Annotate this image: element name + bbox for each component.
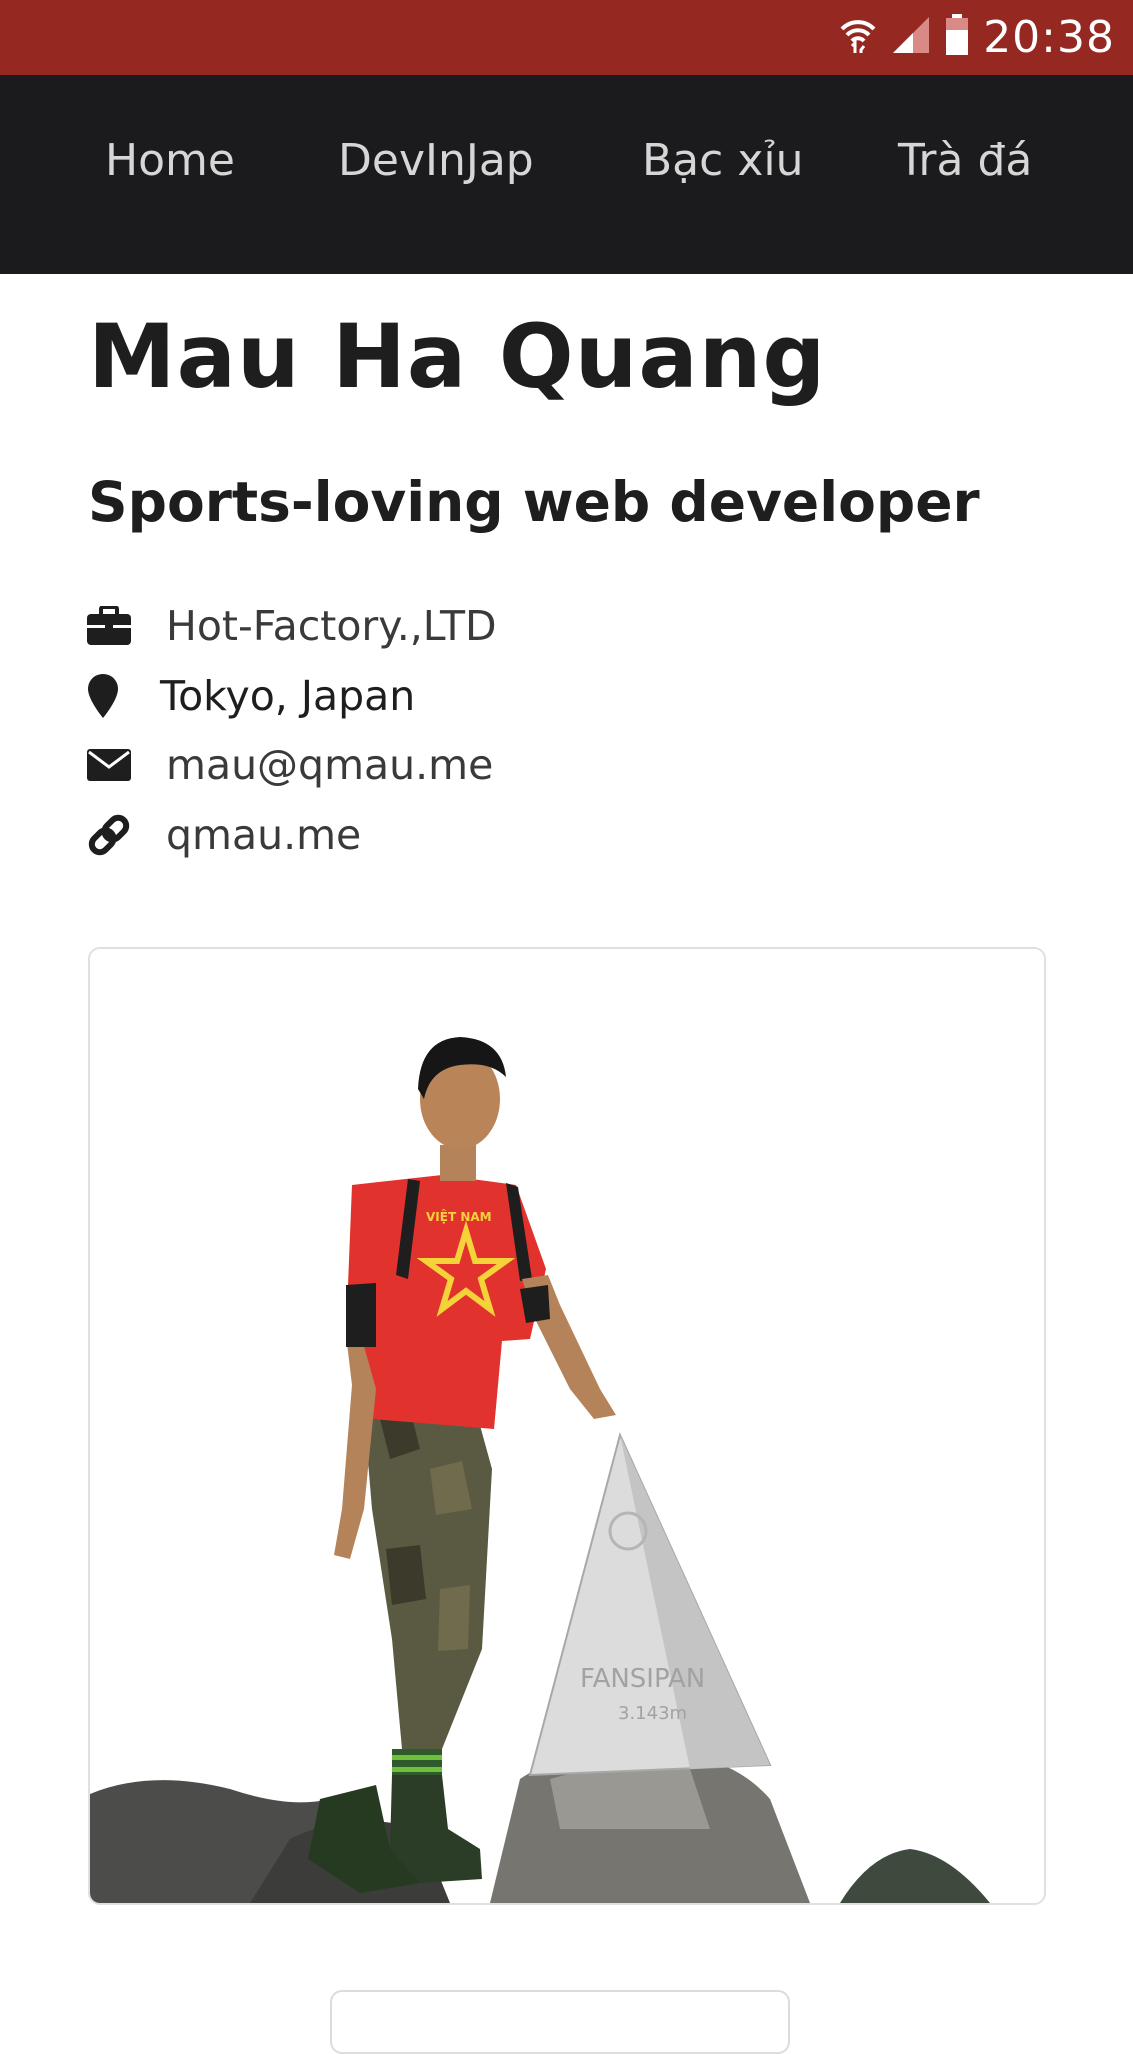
- envelope-icon: [86, 741, 166, 789]
- nav-item-bac-xiu[interactable]: Bạc xỉu: [642, 131, 803, 191]
- email-link[interactable]: mau@qmau.me: [166, 741, 493, 789]
- status-icons: 20:38: [839, 0, 1115, 75]
- profile-name: Mau Ha Quang: [88, 305, 827, 408]
- shirt-text: VIỆT NAM: [426, 1209, 492, 1224]
- next-card: [330, 1990, 790, 2054]
- status-time: 20:38: [983, 12, 1115, 63]
- info-email: mau@qmau.me: [86, 737, 493, 793]
- info-website: qmau.me: [86, 807, 361, 863]
- nav-item-tra-da[interactable]: Trà đá: [898, 131, 1032, 191]
- navbar: Home DevInJap Bạc xỉu Trà đá: [0, 75, 1133, 274]
- battery-icon: [945, 14, 969, 61]
- wifi-icon: [839, 15, 877, 60]
- status-bar: 20:38: [0, 0, 1133, 75]
- link-icon: [86, 811, 166, 859]
- map-marker-icon: [86, 672, 160, 720]
- signal-icon: [891, 15, 931, 60]
- briefcase-icon: [86, 602, 166, 650]
- profile-tagline: Sports-loving web developer: [88, 470, 980, 534]
- nav-item-devinjap[interactable]: DevInJap: [338, 131, 534, 191]
- company-text: Hot-Factory.,LTD: [166, 602, 497, 650]
- profile-photo: FANSIPAN 3.143m VIỆT NAM: [90, 949, 1044, 1903]
- info-company: Hot-Factory.,LTD: [86, 598, 497, 654]
- website-link[interactable]: qmau.me: [166, 811, 361, 859]
- marker-height-text: 3.143m: [618, 1703, 687, 1724]
- location-text: Tokyo, Japan: [160, 672, 416, 720]
- nav-item-home[interactable]: Home: [105, 131, 235, 191]
- marker-text: FANSIPAN: [580, 1664, 705, 1694]
- info-location: Tokyo, Japan: [86, 668, 415, 724]
- profile-photo-card: FANSIPAN 3.143m VIỆT NAM: [88, 947, 1046, 1905]
